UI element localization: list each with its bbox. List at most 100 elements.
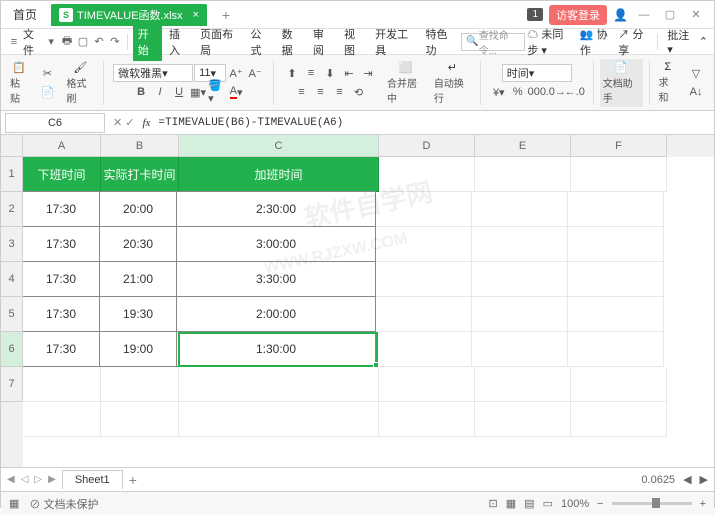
tab-special[interactable]: 特色功 (421, 23, 460, 61)
menu-icon[interactable]: ≡ (7, 34, 21, 50)
cell-A2[interactable]: 17:30 (23, 191, 100, 227)
scroll-left-icon[interactable]: ◀ (683, 473, 691, 486)
cell-C2[interactable]: 2:30:00 (176, 191, 376, 227)
close-tab-icon[interactable]: × (193, 9, 199, 21)
sheet-nav-next[interactable]: ▷ (34, 474, 42, 485)
cell-B5[interactable]: 19:30 (99, 296, 177, 332)
cell-A1[interactable]: 下班时间 (23, 157, 101, 192)
format-painter-button[interactable]: 🖌 格式刷 (63, 59, 97, 107)
indent-right-icon[interactable]: ⇥ (359, 64, 377, 82)
view-page-icon[interactable]: ▤ (524, 497, 534, 510)
dec-decimal-icon[interactable]: ←.0 (566, 83, 584, 101)
align-right-icon[interactable]: ≡ (331, 83, 349, 101)
view-normal-icon[interactable]: ⊡ (489, 497, 498, 510)
sheet-nav-prev[interactable]: ◁ (21, 474, 29, 485)
collab-button[interactable]: 👥 协作 (580, 26, 612, 58)
align-bottom-icon[interactable]: ⬇ (321, 64, 339, 82)
sort-icon[interactable]: A↓ (687, 83, 705, 101)
filter-icon[interactable]: ▽ (687, 64, 705, 82)
row-header-2[interactable]: 2 (1, 192, 23, 227)
home-tab[interactable]: 首页 (1, 1, 49, 28)
font-color-button[interactable]: A▾ (227, 83, 245, 101)
cancel-formula-icon[interactable]: ✕ (113, 116, 122, 129)
cell-B6[interactable]: 19:00 (99, 331, 177, 367)
number-format-select[interactable]: 时间 ▾ (502, 64, 572, 82)
cell-B2[interactable]: 20:00 (99, 191, 177, 227)
file-menu[interactable]: 文件 (23, 26, 42, 58)
tab-view[interactable]: 视图 (339, 23, 368, 61)
cell-A3[interactable]: 17:30 (23, 226, 100, 262)
sheet-nav-last[interactable]: ▶ (48, 474, 56, 485)
scroll-right-icon[interactable]: ▶ (700, 473, 708, 486)
tab-layout[interactable]: 页面布局 (195, 23, 243, 61)
cell-D1[interactable] (379, 157, 475, 192)
sum-button[interactable]: Σ 求和 (656, 59, 680, 107)
cell-B1[interactable]: 实际打卡时间 (101, 157, 179, 192)
row-header-7[interactable]: 7 (1, 367, 23, 402)
sheet-nav-first[interactable]: ◀ (7, 474, 15, 485)
font-name-select[interactable]: 微软雅黑 ▾ (113, 64, 193, 82)
new-tab-button[interactable]: + (217, 7, 235, 23)
fx-icon[interactable]: fx (142, 117, 150, 129)
tab-review[interactable]: 审阅 (308, 23, 337, 61)
view-grid-icon[interactable]: ▦ (506, 497, 516, 510)
guest-login-button[interactable]: 访客登录 (549, 5, 607, 25)
percent-icon[interactable]: % (509, 83, 527, 101)
comma-icon[interactable]: 000 (528, 83, 546, 101)
cell-C1[interactable]: 加班时间 (179, 157, 379, 192)
col-header-F[interactable]: F (571, 135, 667, 157)
cell-C3[interactable]: 3:00:00 (176, 226, 376, 262)
row-header-1[interactable]: 1 (1, 157, 23, 192)
align-left-icon[interactable]: ≡ (293, 83, 311, 101)
increase-font-icon[interactable]: A⁺ (227, 64, 245, 82)
row-header-4[interactable]: 4 (1, 262, 23, 297)
inc-decimal-icon[interactable]: .0→ (547, 83, 565, 101)
cell-A5[interactable]: 17:30 (23, 296, 100, 332)
close-window-button[interactable]: ✕ (686, 8, 706, 21)
paste-button[interactable]: 📋 粘贴 (7, 59, 31, 107)
avatar-icon[interactable]: 👤 (613, 8, 628, 22)
align-center-icon[interactable]: ≡ (312, 83, 330, 101)
underline-button[interactable]: U (170, 83, 188, 101)
save-icon[interactable]: ▾ (44, 34, 58, 50)
cell-B3[interactable]: 20:30 (99, 226, 177, 262)
notification-badge[interactable]: 1 (527, 8, 543, 21)
share-button[interactable]: ↗ 分享 (618, 26, 648, 58)
indent-left-icon[interactable]: ⇤ (340, 64, 358, 82)
cell-A4[interactable]: 17:30 (23, 261, 100, 297)
batch-button[interactable]: 批注 ▾ (667, 27, 693, 56)
col-header-A[interactable]: A (23, 135, 101, 157)
italic-button[interactable]: I (151, 83, 169, 101)
align-top-icon[interactable]: ⬆ (283, 64, 301, 82)
redo-icon[interactable]: ↷ (108, 34, 122, 50)
align-middle-icon[interactable]: ≡ (302, 64, 320, 82)
view-read-icon[interactable]: ▭ (543, 497, 553, 510)
tab-formula[interactable]: 公式 (245, 23, 274, 61)
accept-formula-icon[interactable]: ✓ (125, 116, 134, 129)
name-box[interactable]: C6 (5, 113, 105, 133)
tab-data[interactable]: 数据 (277, 23, 306, 61)
select-all-corner[interactable] (1, 135, 23, 157)
formula-input[interactable]: =TIMEVALUE(B6)-TIMEVALUE(A6) (154, 115, 714, 131)
merge-button[interactable]: ⬜ 合并居中 (384, 59, 427, 107)
col-header-B[interactable]: B (101, 135, 179, 157)
cell-A6[interactable]: 17:30 (23, 331, 100, 367)
col-header-D[interactable]: D (379, 135, 475, 157)
bold-button[interactable]: B (132, 83, 150, 101)
cell-B4[interactable]: 21:00 (99, 261, 177, 297)
cell-F1[interactable] (571, 157, 667, 192)
tab-dev[interactable]: 开发工具 (370, 23, 418, 61)
zoom-slider[interactable] (612, 502, 692, 505)
wrap-button[interactable]: ↵ 自动换行 (431, 59, 474, 107)
currency-icon[interactable]: ¥▾ (490, 83, 508, 101)
chevron-up-icon[interactable]: ⌃ (699, 35, 708, 48)
sheet-tab-1[interactable]: Sheet1 (62, 470, 123, 489)
col-header-C[interactable]: C (179, 135, 379, 157)
command-search-input[interactable]: 🔍 查找命令... (461, 33, 525, 51)
row-header-6[interactable]: 6 (1, 332, 23, 367)
row-header-3[interactable]: 3 (1, 227, 23, 262)
row-header-5[interactable]: 5 (1, 297, 23, 332)
cell-E1[interactable] (475, 157, 571, 192)
col-header-E[interactable]: E (475, 135, 571, 157)
cut-icon[interactable]: ✂ (38, 64, 56, 82)
